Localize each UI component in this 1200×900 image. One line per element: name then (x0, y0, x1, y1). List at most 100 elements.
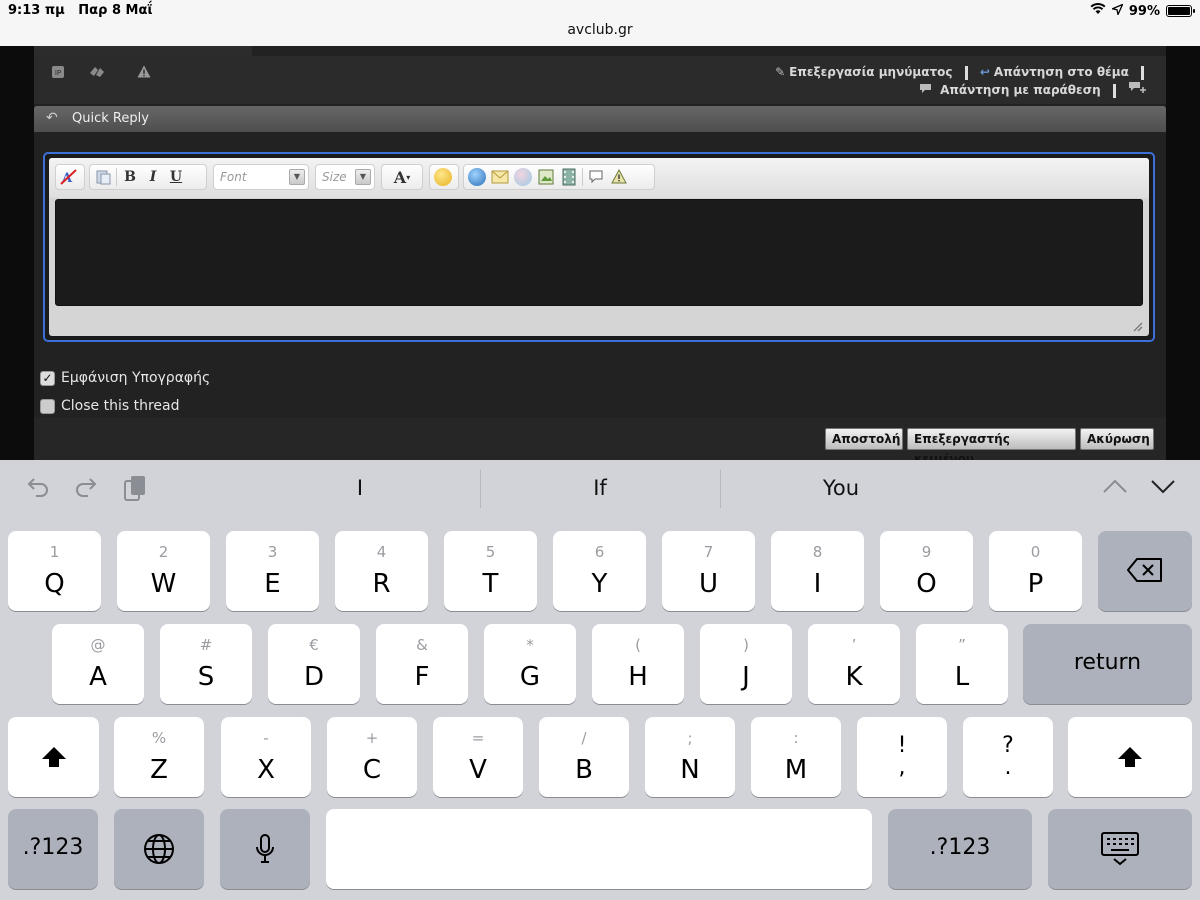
key-r[interactable]: 4R (335, 531, 428, 611)
quick-reply-header[interactable]: ↶ Quick Reply (34, 106, 1166, 132)
close-thread-option[interactable]: Close this thread (40, 398, 179, 414)
edit-post-link[interactable]: Επεξεργασία μηνύματος (789, 65, 952, 79)
return-key[interactable]: return (1023, 624, 1192, 704)
numbers-key-right[interactable]: .?123 (888, 809, 1032, 889)
insert-video-icon[interactable] (559, 167, 579, 187)
show-signature-option[interactable]: ✓ Εμφάνιση Υπογραφής (40, 370, 210, 386)
globe-key[interactable] (114, 809, 204, 889)
key-o[interactable]: 9O (880, 531, 973, 611)
key-bottom-char: , (898, 755, 906, 780)
key-secondary-char: ; (687, 729, 693, 747)
ip-icon[interactable]: IP (50, 65, 66, 81)
space-key[interactable] (326, 809, 872, 889)
advanced-editor-button[interactable]: Επεξεργαστής κειμένου (907, 428, 1076, 466)
chevron-up-icon[interactable] (1102, 474, 1128, 502)
web-content: IP ✎ Επεξεργασία μηνύματος ↩ Απάντηση στο … (0, 46, 1200, 466)
key-x[interactable]: -X (221, 717, 311, 797)
reply-with-quote-link[interactable]: Απάντηση με παράθεση (940, 83, 1101, 97)
spoiler-warning-icon[interactable] (609, 167, 629, 187)
chevron-down-icon[interactable] (1150, 474, 1176, 502)
link-divider (1112, 83, 1116, 98)
paste-clipboard-icon[interactable] (122, 474, 148, 509)
reply-arrow-icon: ↩ (979, 65, 990, 79)
hide-keyboard-key[interactable] (1048, 809, 1192, 889)
key-f[interactable]: & F (376, 624, 468, 704)
link-divider (1141, 65, 1144, 80)
key-g[interactable]: * G (484, 624, 576, 704)
insert-link-globe-icon[interactable] (467, 167, 487, 187)
post-action-bar: IP ✎ Επεξεργασία μηνύματος ↩ Απάντηση στο … (34, 56, 1166, 104)
chevron-down-icon: ▼ (355, 169, 371, 185)
reputation-icon[interactable] (88, 65, 104, 81)
key-w[interactable]: 2W (117, 531, 210, 611)
key-s[interactable]: # S (160, 624, 252, 704)
key-primary-char: L (954, 662, 970, 692)
underline-button[interactable]: U (166, 167, 186, 187)
remove-link-icon[interactable] (513, 167, 533, 187)
bold-button[interactable]: B (120, 167, 140, 187)
resize-handle-icon[interactable] (1131, 320, 1143, 332)
italic-button[interactable]: I (143, 167, 163, 187)
wifi-icon (1090, 3, 1106, 19)
key-question-period[interactable]: ? . (963, 717, 1053, 797)
key-l[interactable]: ” L (916, 624, 1008, 704)
key-c[interactable]: + C (327, 717, 417, 797)
paste-icon[interactable] (93, 167, 113, 187)
insert-image-icon[interactable] (536, 167, 556, 187)
multi-quote-icon[interactable] (1128, 82, 1148, 97)
message-textarea[interactable] (55, 199, 1143, 306)
key-z[interactable]: % Z (114, 717, 204, 797)
dictation-key[interactable] (220, 809, 310, 889)
key-secondary-char: @ (90, 636, 106, 654)
toolbar-group-smilies (429, 164, 459, 190)
smiley-icon[interactable] (433, 167, 453, 187)
key-n[interactable]: ; N (645, 717, 735, 797)
cancel-button[interactable]: Ακύρωση (1080, 428, 1154, 450)
key-primary-char: R (372, 569, 391, 599)
show-signature-checkbox[interactable]: ✓ (40, 370, 55, 386)
shift-key-right[interactable] (1068, 717, 1192, 797)
numbers-key-left[interactable]: .?123 (8, 809, 98, 889)
key-secondary-char: 7 (703, 543, 714, 561)
key-a[interactable]: @ A (52, 624, 144, 704)
undo-icon[interactable] (26, 474, 50, 504)
insert-quote-icon[interactable] (586, 167, 606, 187)
key-i[interactable]: 8I (771, 531, 864, 611)
redo-icon[interactable] (74, 474, 98, 504)
suggestion-3[interactable]: You (741, 476, 941, 500)
text-color-button[interactable]: A ▾ (381, 164, 423, 190)
key-p[interactable]: 0P (989, 531, 1082, 611)
backspace-key[interactable] (1098, 531, 1192, 611)
key-d[interactable]: € D (268, 624, 360, 704)
key-y[interactable]: 6Y (553, 531, 646, 611)
key-m[interactable]: :M (751, 717, 841, 797)
key-h[interactable]: (H (592, 624, 684, 704)
key-exclaim-comma[interactable]: ! , (857, 717, 947, 797)
shift-key-left[interactable] (8, 717, 99, 797)
key-e[interactable]: 3E (226, 531, 319, 611)
suggestion-1[interactable]: I (260, 476, 460, 500)
key-q[interactable]: 1Q (8, 531, 101, 611)
onscreen-keyboard: I If You 1 Q 2 W 3 E 4 R 5 T 6 Y 7 U 8 I 9 O 0 P @ A # S € D & F * G(… (0, 460, 1200, 900)
reply-thread-link[interactable]: Απάντηση στο θέμα (994, 65, 1129, 79)
key-b[interactable]: / B (539, 717, 629, 797)
size-select[interactable]: Size ▼ (315, 164, 375, 190)
address-bar-url[interactable]: avclub.gr (0, 22, 1200, 38)
key-k[interactable]: ’ K (808, 624, 900, 704)
key-j[interactable]: ) J (700, 624, 792, 704)
key-t[interactable]: 5T (444, 531, 537, 611)
font-select[interactable]: Font ▼ (213, 164, 309, 190)
key-primary-char: Q (44, 569, 65, 599)
key-u[interactable]: 7U (662, 531, 755, 611)
key-secondary-char: ) (743, 636, 749, 654)
remove-format-icon[interactable]: A (59, 167, 79, 187)
close-thread-checkbox[interactable] (40, 398, 55, 414)
suggestion-2[interactable]: If (500, 476, 700, 500)
key-v[interactable]: = V (433, 717, 523, 797)
reply-arrow-icon: ↶ (46, 110, 58, 126)
submit-button[interactable]: Αποστολή (825, 428, 903, 450)
report-warning-icon[interactable] (136, 65, 152, 81)
key-secondary-char: 3 (267, 543, 278, 561)
insert-email-icon[interactable] (490, 167, 510, 187)
keyboard-dismiss-icon (1100, 831, 1140, 871)
